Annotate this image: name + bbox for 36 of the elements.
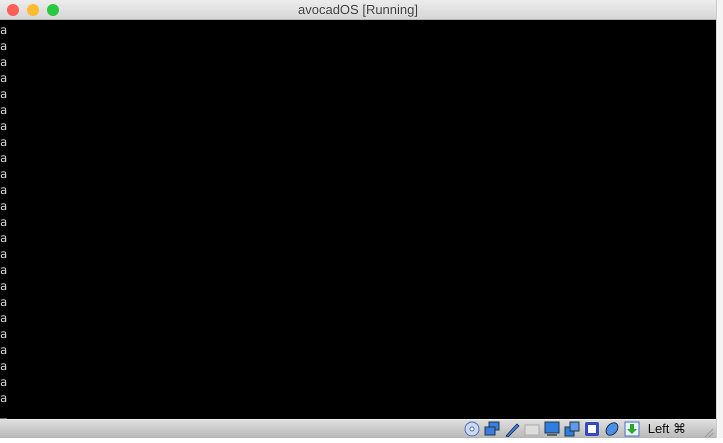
- windows-icon[interactable]: [564, 420, 580, 436]
- console-line: a: [0, 182, 8, 198]
- console-line: a: [0, 86, 8, 102]
- download-icon[interactable]: [624, 420, 640, 436]
- console-line: a: [0, 38, 8, 54]
- console-line: a: [0, 150, 8, 166]
- console-line: a: [0, 214, 8, 230]
- console-line: a: [0, 102, 8, 118]
- mouse-icon[interactable]: [604, 420, 620, 436]
- resize-grip-icon[interactable]: [704, 428, 714, 438]
- console-line: a: [0, 342, 8, 358]
- console-line: a: [0, 230, 8, 246]
- console-line: a: [0, 118, 8, 134]
- console-line: a: [0, 374, 8, 390]
- network-icon[interactable]: [484, 420, 500, 436]
- optical-disc-icon[interactable]: [464, 420, 480, 436]
- text-cursor: _: [0, 406, 8, 418]
- chip-icon[interactable]: [584, 420, 600, 436]
- console-line: a: [0, 198, 8, 214]
- host-key-label: Left ⌘: [648, 421, 686, 436]
- console-line: a: [0, 54, 8, 70]
- console-line: a: [0, 246, 8, 262]
- console-line: a: [0, 310, 8, 326]
- console-line: a: [0, 278, 8, 294]
- console-line: a: [0, 326, 8, 342]
- display-icon[interactable]: [544, 420, 560, 436]
- console-line: a: [0, 134, 8, 150]
- console-line: a: [0, 294, 8, 310]
- console-line: a: [0, 262, 8, 278]
- window-title: avocadOS [Running]: [298, 2, 418, 17]
- console-line: a: [0, 166, 8, 182]
- console-line: a: [0, 22, 8, 38]
- console-line: a: [0, 390, 8, 406]
- console-line: a: [0, 358, 8, 374]
- close-button[interactable]: [7, 4, 19, 16]
- console-line: a: [0, 70, 8, 86]
